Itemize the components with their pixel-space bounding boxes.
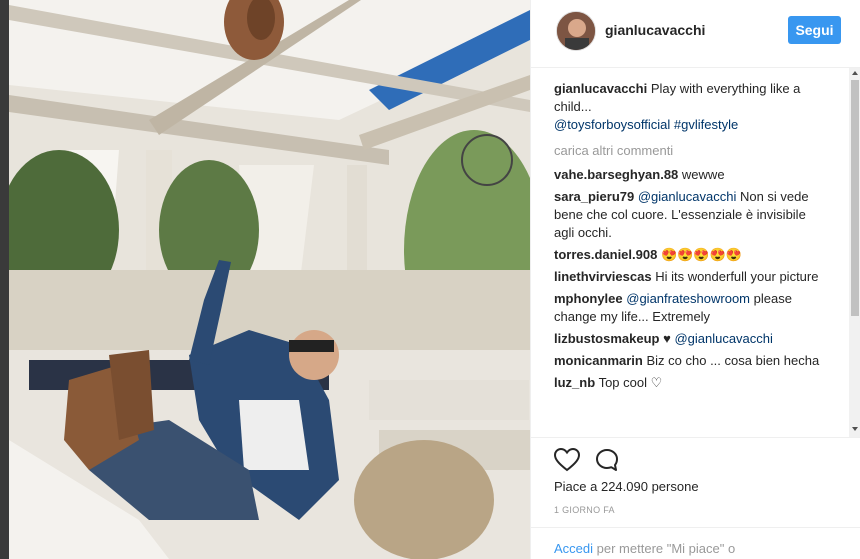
avatar-image	[557, 12, 595, 50]
header-username[interactable]: gianlucavacchi	[605, 22, 705, 38]
background-strip	[0, 0, 9, 559]
comment-item: mphonylee @gianfrateshowroom please chan…	[554, 290, 824, 326]
comment-username[interactable]: luz_nb	[554, 375, 595, 390]
comment-username[interactable]: torres.daniel.908	[554, 247, 657, 262]
scrollbar-thumb[interactable]	[851, 80, 859, 316]
comment-item: lizbustosmakeup ♥ @gianlucavacchi	[554, 330, 824, 348]
login-prompt-text: per mettere "Mi piace" o	[596, 541, 736, 556]
post-photo-illustration	[9, 0, 530, 559]
caption: gianlucavacchi Play with everything like…	[554, 80, 824, 134]
heart-icon[interactable]	[554, 448, 580, 472]
comment-username[interactable]: mphonylee	[554, 291, 623, 306]
comment-mention-link[interactable]: @gianfrateshowroom	[626, 291, 750, 306]
comment-text: 😍😍😍😍😍	[660, 247, 742, 262]
post-date: 1 GIORNO FA	[554, 505, 615, 515]
post-sidebar: gianlucavacchi Segui gianlucavacchi Play…	[530, 0, 860, 559]
login-prompt: Accedi per mettere "Mi piace" o	[531, 527, 860, 559]
scroll-down-arrow-icon[interactable]	[852, 427, 858, 431]
comment-text: Hi its wonderfull your picture	[655, 269, 819, 284]
comment-mention-link[interactable]: @gianlucavacchi	[674, 331, 772, 346]
comment-item: luz_nb Top cool ♡	[554, 374, 824, 392]
heart-emoji-text: ♥	[663, 331, 671, 346]
follow-button[interactable]: Segui	[788, 16, 841, 44]
comment-mention-link[interactable]: @gianlucavacchi	[638, 189, 736, 204]
comment-item: sara_pieru79 @gianlucavacchi Non si vede…	[554, 188, 824, 242]
comment-item: linethvirviescas Hi its wonderfull your …	[554, 268, 824, 286]
caption-mention-link[interactable]: @toysforboysofficial	[554, 117, 670, 132]
comment-text: wewwe	[681, 167, 725, 182]
likes-count[interactable]: Piace a 224.090 persone	[554, 479, 699, 494]
comment-username[interactable]: monicanmarin	[554, 353, 643, 368]
comment-item: monicanmarin Biz co cho ... cosa bien he…	[554, 352, 824, 370]
post-photo[interactable]	[9, 0, 530, 559]
comment-username[interactable]: sara_pieru79	[554, 189, 634, 204]
scroll-up-arrow-icon[interactable]	[852, 71, 858, 75]
comment-text: Biz co cho ... cosa bien hecha	[646, 353, 820, 368]
speech-bubble-icon[interactable]	[595, 448, 619, 472]
post-actions	[531, 437, 860, 477]
comment-text: Top cool ♡	[598, 375, 663, 390]
caption-hashtag-link[interactable]: #gvlifestyle	[674, 117, 738, 132]
post-header: gianlucavacchi Segui	[531, 0, 860, 68]
comment-username[interactable]: lizbustosmakeup	[554, 331, 659, 346]
caption-username[interactable]: gianlucavacchi	[554, 81, 647, 96]
load-more-comments-link[interactable]: carica altri commenti	[554, 142, 849, 160]
avatar[interactable]	[556, 11, 596, 51]
comment-username[interactable]: vahe.barseghyan.88	[554, 167, 678, 182]
comments-scrollbar[interactable]	[849, 68, 860, 437]
comments-list: gianlucavacchi Play with everything like…	[531, 68, 849, 437]
comment-item: torres.daniel.908 😍😍😍😍😍	[554, 246, 824, 264]
comment-username[interactable]: linethvirviescas	[554, 269, 652, 284]
login-link[interactable]: Accedi	[554, 541, 593, 556]
comment-item: vahe.barseghyan.88 wewwe	[554, 166, 824, 184]
